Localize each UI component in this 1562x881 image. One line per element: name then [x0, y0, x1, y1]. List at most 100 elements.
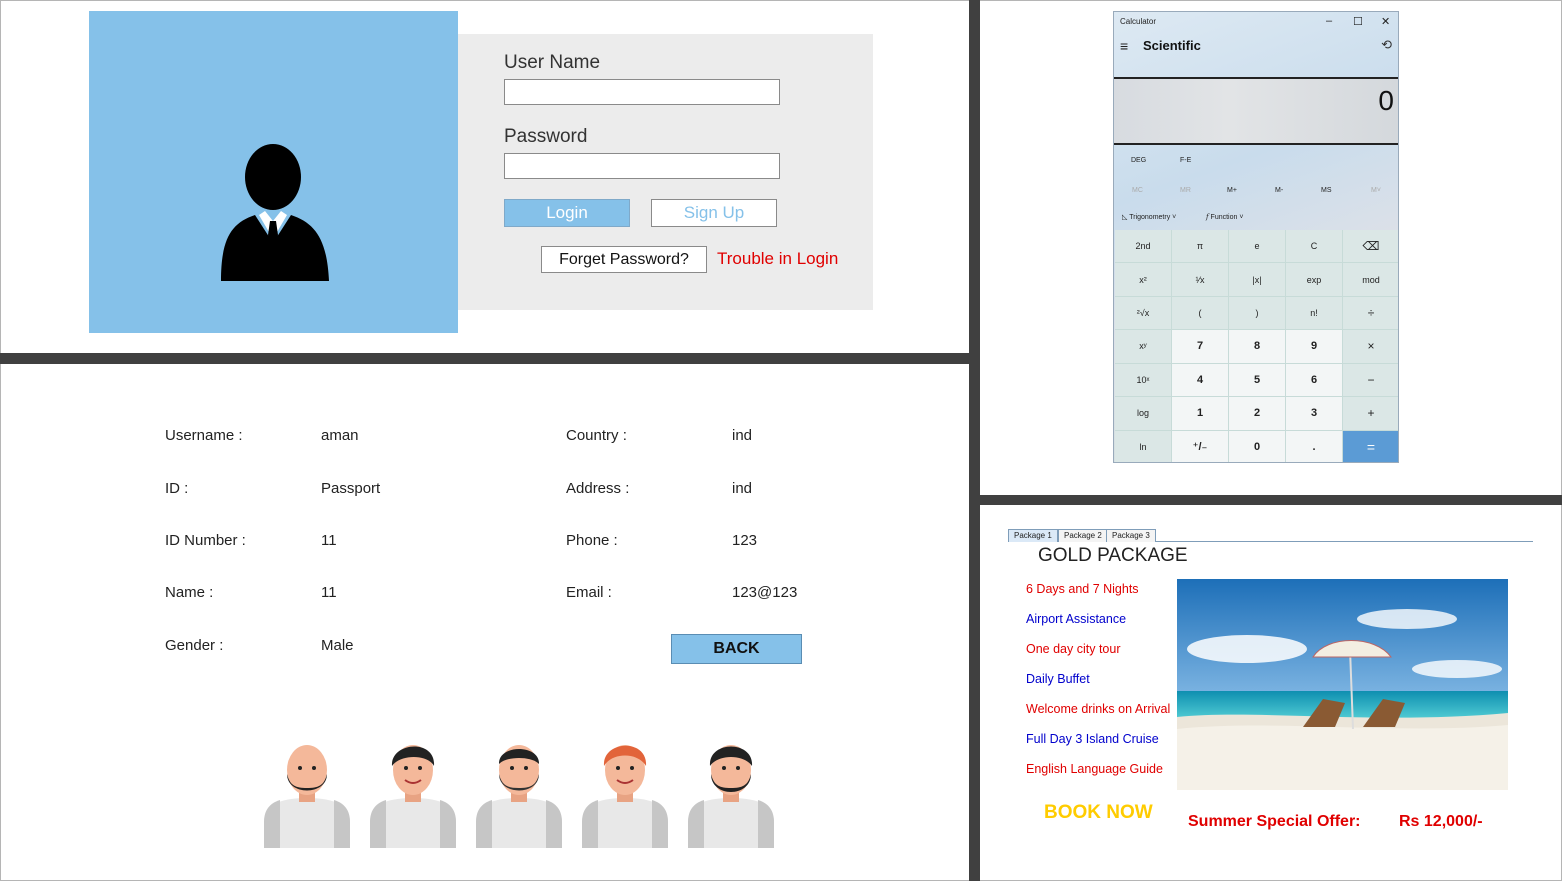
- calculator-titlebar: Calculator – ☐ ✕: [1114, 12, 1398, 34]
- triangle-icon: ◺: [1122, 214, 1128, 221]
- trigonometry-menu[interactable]: ◺ Trigonometry ˅: [1122, 213, 1176, 221]
- key-1[interactable]: 1: [1172, 397, 1228, 430]
- package-feature-item: Airport Assistance: [1026, 612, 1127, 626]
- memory-clear-button[interactable]: MC: [1132, 187, 1143, 194]
- key-decimal[interactable]: .: [1286, 430, 1342, 462]
- key-log[interactable]: log: [1115, 397, 1171, 430]
- address-field-value: ind: [732, 480, 753, 497]
- key-abs[interactable]: |x|: [1229, 263, 1285, 296]
- key-2[interactable]: 2: [1229, 397, 1285, 430]
- minimize-icon[interactable]: –: [1326, 15, 1332, 27]
- key-e[interactable]: e: [1229, 230, 1285, 263]
- key-4[interactable]: 4: [1172, 363, 1228, 397]
- key-2nd[interactable]: 2nd: [1115, 230, 1171, 263]
- key-clear[interactable]: C: [1286, 230, 1342, 263]
- forget-password-button[interactable]: Forget Password?: [541, 246, 707, 273]
- calculator-window: Calculator – ☐ ✕ ≡ Scientific ⟲ 0 DEG F-…: [1113, 11, 1399, 463]
- key-7[interactable]: 7: [1172, 330, 1228, 363]
- login-form: User Name Password Login Sign Up Forget …: [458, 34, 873, 310]
- key-pi[interactable]: π: [1172, 230, 1228, 263]
- email-field-value: 123@123: [732, 584, 798, 601]
- function-menu[interactable]: f Function ˅: [1206, 213, 1243, 221]
- key-ten-power[interactable]: 10ˣ: [1115, 363, 1171, 397]
- fe-button[interactable]: F-E: [1180, 157, 1191, 164]
- book-now-button[interactable]: BOOK NOW: [1044, 802, 1153, 824]
- back-button[interactable]: BACK: [671, 634, 802, 664]
- function-label: Function: [1210, 214, 1238, 221]
- gender-field-label: Gender :: [165, 637, 224, 654]
- memory-add-button[interactable]: M+: [1227, 187, 1237, 194]
- user-silhouette-icon: [221, 144, 329, 281]
- offer-label: Summer Special Offer:: [1188, 813, 1361, 830]
- address-field-label: Address :: [566, 480, 630, 497]
- maximize-icon[interactable]: ☐: [1353, 15, 1363, 28]
- username-field-value: aman: [321, 427, 359, 444]
- signup-button[interactable]: Sign Up: [651, 199, 777, 227]
- calculator-keypad: 2nd π e C ⌫ x² ¹⁄x |x| exp mod ²√x ( ) n…: [1115, 230, 1398, 462]
- memory-list-button[interactable]: M˅: [1371, 187, 1381, 194]
- key-3[interactable]: 3: [1286, 397, 1342, 430]
- tab-package-3[interactable]: Package 3: [1106, 529, 1156, 542]
- horizontal-divider-left: [0, 353, 969, 364]
- tab-package-2[interactable]: Package 2: [1058, 529, 1108, 542]
- username-input[interactable]: [504, 79, 780, 105]
- horizontal-divider-right: [980, 495, 1562, 505]
- login-button[interactable]: Login: [504, 199, 630, 227]
- package-feature-item: Welcome drinks on Arrival: [1026, 702, 1171, 716]
- key-8[interactable]: 8: [1229, 330, 1285, 363]
- price-label: Rs 12,000/-: [1399, 813, 1483, 830]
- key-exp[interactable]: exp: [1286, 263, 1342, 296]
- memory-subtract-button[interactable]: M-: [1275, 187, 1283, 194]
- key-0[interactable]: 0: [1229, 430, 1285, 462]
- password-input[interactable]: [504, 153, 780, 179]
- hamburger-menu-icon[interactable]: ≡: [1120, 38, 1128, 54]
- country-field-label: Country :: [566, 427, 627, 444]
- id-number-field-label: ID Number :: [165, 532, 246, 549]
- package-feature-item: One day city tour: [1026, 642, 1121, 656]
- key-open-paren[interactable]: (: [1172, 296, 1228, 330]
- memory-store-button[interactable]: MS: [1321, 187, 1332, 194]
- package-title: GOLD PACKAGE: [1038, 545, 1188, 566]
- key-power[interactable]: xʸ: [1115, 330, 1171, 363]
- key-9[interactable]: 9: [1286, 330, 1342, 363]
- key-negate[interactable]: ⁺/₋: [1172, 430, 1228, 462]
- email-field-label: Email :: [566, 584, 612, 601]
- key-plus[interactable]: +: [1343, 397, 1398, 430]
- id-field-value: Passport: [321, 480, 381, 497]
- username-field-label: Username :: [165, 427, 243, 444]
- history-icon[interactable]: ⟲: [1381, 37, 1392, 53]
- key-divide[interactable]: ÷: [1343, 296, 1398, 330]
- close-icon[interactable]: ✕: [1381, 15, 1390, 28]
- key-reciprocal[interactable]: ¹⁄x: [1172, 263, 1228, 296]
- key-close-paren[interactable]: ): [1229, 296, 1285, 330]
- country-field-value: ind: [732, 427, 753, 444]
- calculator-title: Calculator: [1120, 17, 1157, 26]
- key-ln[interactable]: ln: [1115, 430, 1171, 462]
- phone-field-value: 123: [732, 532, 758, 549]
- deg-button[interactable]: DEG: [1131, 157, 1146, 164]
- key-minus[interactable]: −: [1343, 363, 1398, 397]
- name-field-value: 11: [321, 584, 337, 601]
- key-sqrt[interactable]: ²√x: [1115, 296, 1171, 330]
- username-label: User Name: [504, 52, 601, 73]
- memory-recall-button[interactable]: MR: [1180, 187, 1191, 194]
- team-avatars-icon: [264, 745, 774, 848]
- display-value: 0: [1378, 85, 1394, 116]
- package-feature-item: English Language Guide: [1026, 762, 1163, 776]
- tab-package-1[interactable]: Package 1: [1008, 529, 1058, 542]
- package-feature-item: Daily Buffet: [1026, 672, 1090, 686]
- key-6[interactable]: 6: [1286, 363, 1342, 397]
- key-square[interactable]: x²: [1115, 263, 1171, 296]
- beach-photo: [1177, 579, 1508, 790]
- key-equals[interactable]: =: [1343, 430, 1398, 462]
- key-backspace[interactable]: ⌫: [1343, 230, 1398, 263]
- user-photo: [89, 11, 458, 333]
- calculator-display: 0: [1114, 77, 1398, 145]
- key-multiply[interactable]: ×: [1343, 330, 1398, 363]
- key-mod[interactable]: mod: [1343, 263, 1398, 296]
- vertical-divider: [969, 0, 980, 881]
- key-factorial[interactable]: n!: [1286, 296, 1342, 330]
- id-field-label: ID :: [165, 480, 189, 497]
- key-5[interactable]: 5: [1229, 363, 1285, 397]
- trouble-login-link[interactable]: Trouble in Login: [717, 249, 838, 269]
